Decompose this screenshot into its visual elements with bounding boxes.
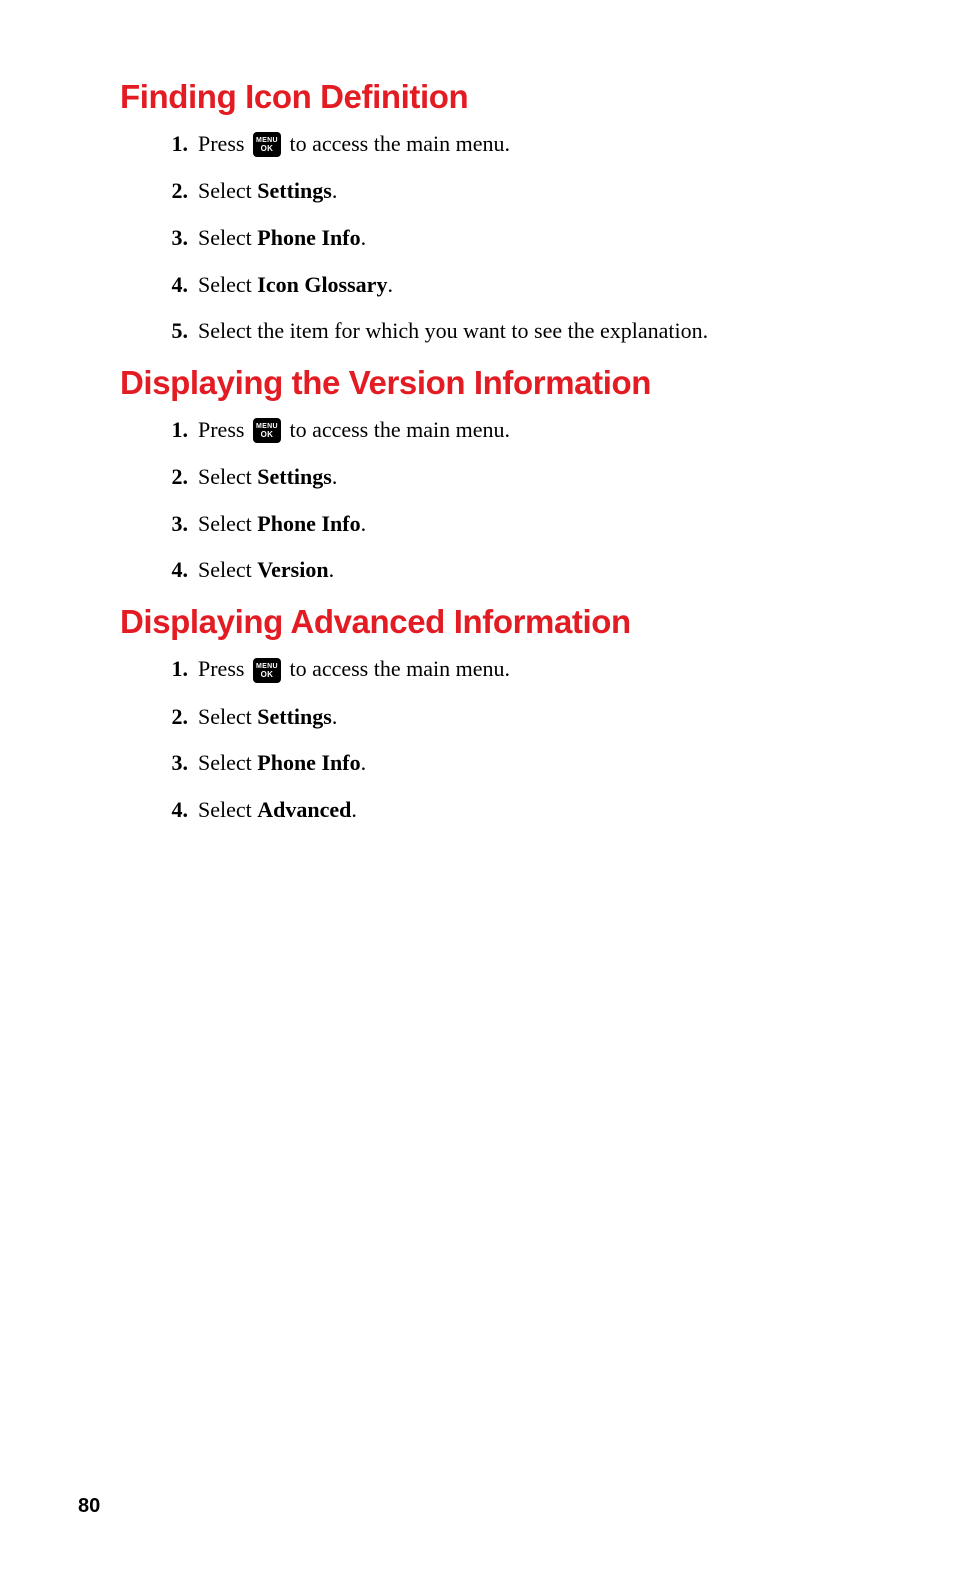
step: 5. Select the item for which you want to …: [158, 317, 882, 346]
step-list: 1. Press MENUOK to access the main menu. 2…: [158, 416, 882, 585]
section-title: Displaying Advanced Information: [120, 603, 882, 641]
step: 2. Select Settings.: [158, 703, 882, 732]
step: 3. Select Phone Info.: [158, 224, 882, 253]
step-number: 1.: [158, 655, 188, 684]
step-body: Select Icon Glossary.: [198, 271, 393, 300]
step: 3. Select Phone Info.: [158, 749, 882, 778]
bold-term: Phone Info: [257, 511, 360, 536]
step-body: Select Phone Info.: [198, 224, 366, 253]
step-number: 2.: [158, 177, 188, 206]
step: 3. Select Phone Info.: [158, 510, 882, 539]
bold-term: Version: [257, 557, 328, 582]
step-number: 5.: [158, 317, 188, 346]
bold-term: Phone Info: [257, 225, 360, 250]
step-number: 4.: [158, 796, 188, 825]
step-list: 1. Press MENUOK to access the main menu. 2…: [158, 130, 882, 346]
section-title: Finding Icon Definition: [120, 78, 882, 116]
step: 4. Select Icon Glossary.: [158, 271, 882, 300]
step-number: 1.: [158, 130, 188, 159]
step-number: 4.: [158, 271, 188, 300]
step: 2. Select Settings.: [158, 463, 882, 492]
step-body: Select Phone Info.: [198, 749, 366, 778]
step: 4. Select Version.: [158, 556, 882, 585]
menu-ok-icon: MENUOK: [253, 418, 281, 443]
step-body: Press MENUOK to access the main menu.: [198, 655, 510, 684]
step-body: Press MENUOK to access the main menu.: [198, 416, 510, 445]
step-number: 2.: [158, 703, 188, 732]
step: 2. Select Settings.: [158, 177, 882, 206]
step-number: 1.: [158, 416, 188, 445]
step-body: Select Settings.: [198, 703, 337, 732]
bold-term: Phone Info: [257, 750, 360, 775]
step: 1. Press MENUOK to access the main menu.: [158, 416, 882, 445]
step-number: 3.: [158, 749, 188, 778]
step: 1. Press MENUOK to access the main menu.: [158, 130, 882, 159]
bold-term: Settings: [257, 464, 332, 489]
step-body: Select Version.: [198, 556, 334, 585]
bold-term: Settings: [257, 704, 332, 729]
step-number: 3.: [158, 510, 188, 539]
menu-ok-icon: MENUOK: [253, 658, 281, 683]
step-number: 4.: [158, 556, 188, 585]
step-body: Select Advanced.: [198, 796, 357, 825]
menu-ok-icon: MENUOK: [253, 132, 281, 157]
step-number: 3.: [158, 224, 188, 253]
step: 1. Press MENUOK to access the main menu.: [158, 655, 882, 684]
step-number: 2.: [158, 463, 188, 492]
bold-term: Advanced: [257, 797, 351, 822]
step-body: Select Phone Info.: [198, 510, 366, 539]
step: 4. Select Advanced.: [158, 796, 882, 825]
page-content: Finding Icon Definition 1. Press MENUOK to…: [120, 78, 882, 824]
page-number: 80: [78, 1495, 100, 1518]
step-body: Select the item for which you want to se…: [198, 317, 708, 346]
bold-term: Icon Glossary: [257, 272, 387, 297]
section-title: Displaying the Version Information: [120, 364, 882, 402]
step-body: Select Settings.: [198, 463, 337, 492]
step-list: 1. Press MENUOK to access the main menu. 2…: [158, 655, 882, 824]
step-body: Press MENUOK to access the main menu.: [198, 130, 510, 159]
bold-term: Settings: [257, 178, 332, 203]
step-body: Select Settings.: [198, 177, 337, 206]
